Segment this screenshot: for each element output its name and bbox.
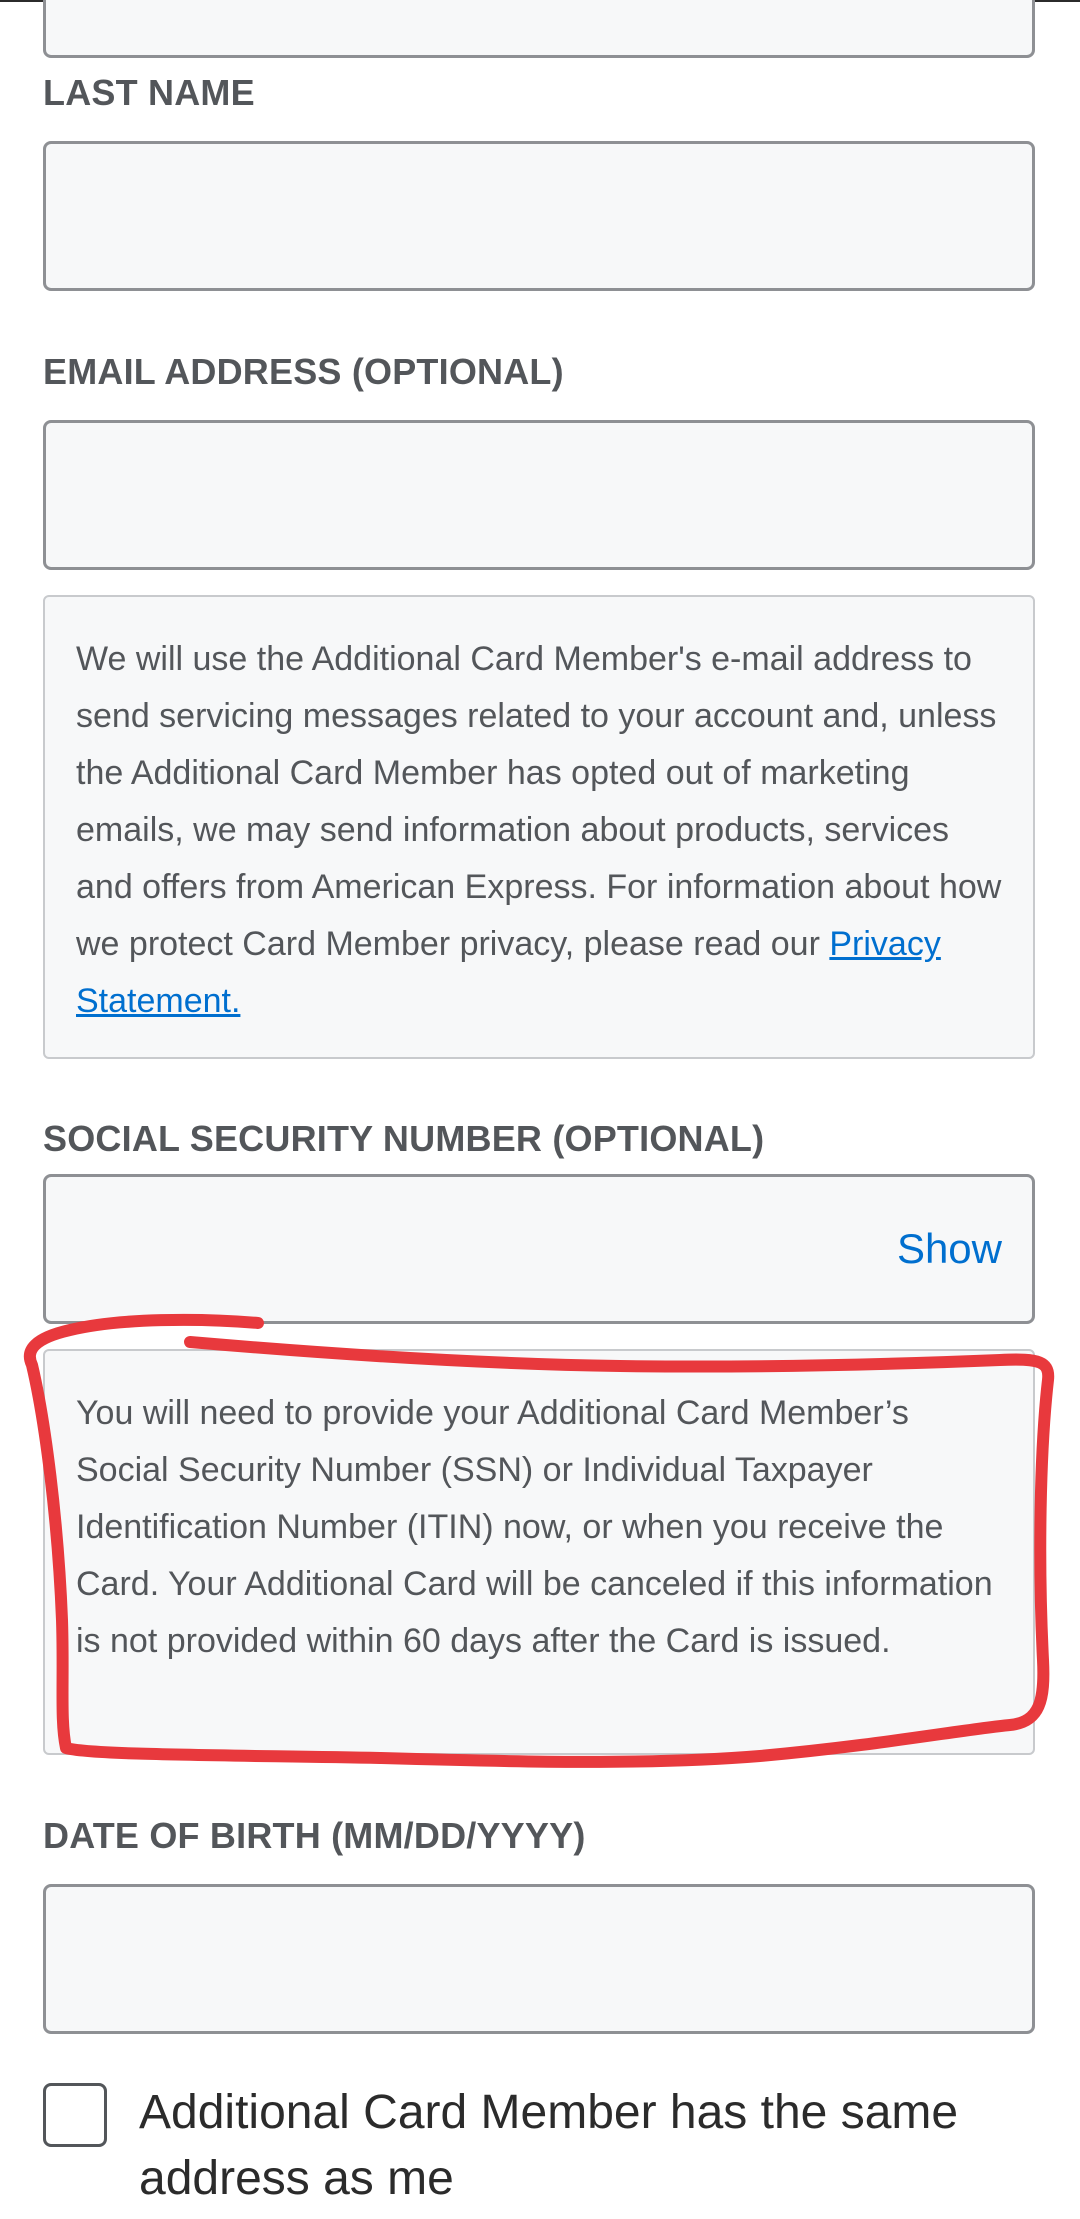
- email-label: EMAIL ADDRESS (OPTIONAL): [43, 351, 564, 392]
- ssn-show-button[interactable]: Show: [897, 1177, 1002, 1321]
- last-name-field[interactable]: [43, 141, 1035, 291]
- dob-label: DATE OF BIRTH (MM/DD/YYYY): [43, 1815, 586, 1856]
- same-address-label[interactable]: Additional Card Member has the same addr…: [139, 2080, 1019, 2212]
- last-name-label: LAST NAME: [43, 72, 255, 113]
- ssn-label: SOCIAL SECURITY NUMBER (OPTIONAL): [43, 1118, 765, 1159]
- email-notice-box: We will use the Additional Card Member's…: [43, 595, 1035, 1059]
- dob-field[interactable]: [43, 1884, 1035, 2034]
- ssn-notice-text: You will need to provide your Additional…: [76, 1394, 993, 1660]
- first-name-field[interactable]: [43, 0, 1035, 58]
- email-field[interactable]: [43, 420, 1035, 570]
- email-notice-body: We will use the Additional Card Member's…: [76, 640, 1002, 963]
- email-notice-text: We will use the Additional Card Member's…: [76, 631, 1003, 1030]
- same-address-checkbox[interactable]: [43, 2083, 107, 2147]
- ssn-notice-box: You will need to provide your Additional…: [43, 1349, 1035, 1755]
- ssn-field[interactable]: Show: [43, 1174, 1035, 1324]
